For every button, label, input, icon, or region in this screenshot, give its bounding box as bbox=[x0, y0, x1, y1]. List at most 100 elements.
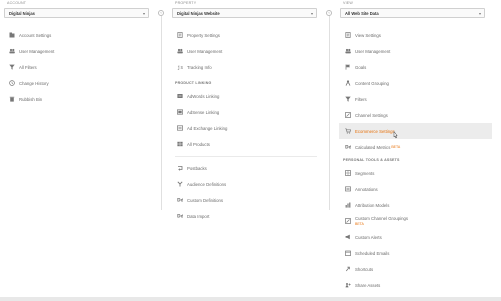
menu-item-user-management[interactable]: User Management bbox=[340, 43, 485, 59]
menu-item-postbacks[interactable]: Postbacks bbox=[172, 160, 317, 176]
menu-item-label: Channel Settings bbox=[355, 112, 388, 118]
chevron-down-icon: ▾ bbox=[142, 11, 145, 16]
menu-item-label: Ecommerce Settings bbox=[355, 128, 395, 134]
shortcut-icon bbox=[341, 266, 355, 272]
menu-item-adwords-linking[interactable]: AdWords Linking bbox=[172, 88, 317, 104]
menu-item-all-filters[interactable]: All Filters bbox=[4, 59, 149, 75]
menu-item-label: Calculated Metrics bbox=[355, 144, 391, 150]
menu-item-shortcuts[interactable]: Shortcuts bbox=[340, 261, 485, 277]
history-icon bbox=[5, 80, 19, 86]
menu-item-account-settings[interactable]: Account Settings bbox=[4, 27, 149, 43]
menu-item-label: Data Import bbox=[187, 213, 210, 219]
menu-item-property-settings[interactable]: Property Settings bbox=[172, 27, 317, 43]
menu-item-share-assets[interactable]: Share Assets bbox=[340, 277, 485, 293]
dd-icon: Dd bbox=[341, 144, 355, 150]
menu-item-user-management[interactable]: User Management bbox=[172, 43, 317, 59]
segments-icon bbox=[341, 170, 355, 176]
menu-item-tracking-info[interactable]: js Tracking Info bbox=[172, 59, 317, 75]
postback-icon bbox=[173, 165, 187, 171]
account-selector[interactable]: Digital Ninjas ▾ bbox=[4, 8, 149, 18]
personal-tools-menu: Segments Annotations Attribution Models Cus… bbox=[340, 165, 485, 293]
property-more-menu: Postbacks Audience Definitions Dd Custom De… bbox=[172, 160, 317, 224]
menu-item-label: Shortcuts bbox=[355, 266, 374, 272]
menu-item-label: All Filters bbox=[19, 64, 37, 70]
filter-icon bbox=[341, 96, 355, 102]
share-icon bbox=[341, 282, 355, 288]
column-divider bbox=[329, 10, 330, 210]
channel-icon bbox=[341, 112, 355, 118]
grid-icon bbox=[173, 141, 187, 147]
menu-item-custom-alerts[interactable]: Custom Alerts bbox=[340, 229, 485, 245]
menu-item-ecommerce-settings[interactable]: Ecommerce Settings bbox=[339, 123, 492, 139]
menu-item-scheduled-emails[interactable]: Scheduled Emails bbox=[340, 245, 485, 261]
menu-item-label: Change History bbox=[19, 80, 49, 86]
collapse-arrow-icon[interactable]: ‹ bbox=[158, 10, 164, 16]
code-icon: js bbox=[173, 64, 187, 70]
property-column: PROPERTY Digital Ninjas Website ▾ Proper… bbox=[172, 0, 317, 224]
account-heading: ACCOUNT bbox=[7, 1, 27, 5]
person-icon bbox=[341, 80, 355, 86]
account-menu: Account Settings User Management All Filte… bbox=[4, 27, 149, 107]
svg-text:Dd: Dd bbox=[345, 145, 351, 150]
property-selector[interactable]: Digital Ninjas Website ▾ bbox=[172, 8, 317, 18]
menu-item-label: AdWords Linking bbox=[187, 93, 220, 99]
collapse-arrow-icon[interactable]: ‹ bbox=[326, 10, 332, 16]
menu-item-rubbish-bin[interactable]: Rubbish Bin bbox=[4, 91, 149, 107]
property-heading: PROPERTY bbox=[175, 1, 197, 5]
menu-item-segments[interactable]: Segments bbox=[340, 165, 485, 181]
filter-icon bbox=[5, 64, 19, 70]
adsense-icon bbox=[173, 109, 187, 115]
menu-item-label: Share Assets bbox=[355, 282, 381, 288]
menu-item-label: User Management bbox=[187, 48, 223, 54]
view-heading: VIEW bbox=[343, 1, 353, 5]
menu-item-user-management[interactable]: User Management bbox=[4, 43, 149, 59]
ad-exchange-icon bbox=[173, 125, 187, 131]
megaphone-icon bbox=[341, 234, 355, 240]
svg-text:Dd: Dd bbox=[177, 198, 183, 203]
menu-item-content-grouping[interactable]: Content Grouping bbox=[340, 75, 485, 91]
menu-item-label: Rubbish Bin bbox=[19, 96, 43, 102]
trash-icon bbox=[5, 96, 19, 102]
menu-item-channel-settings[interactable]: Channel Settings bbox=[340, 107, 485, 123]
menu-item-label: Attribution Models bbox=[355, 202, 390, 208]
menu-item-ad-exchange-linking[interactable]: Ad Exchange Linking bbox=[172, 120, 317, 136]
view-selector-value: All Web Site Data bbox=[345, 11, 379, 16]
menu-item-label: Filters bbox=[355, 96, 367, 102]
column-divider bbox=[161, 10, 162, 210]
menu-item-label: Scheduled Emails bbox=[355, 250, 390, 256]
menu-item-filters[interactable]: Filters bbox=[340, 91, 485, 107]
menu-item-label: All Products bbox=[187, 141, 210, 147]
menu-item-adsense-linking[interactable]: AdSense Linking bbox=[172, 104, 317, 120]
horizontal-scrollbar[interactable] bbox=[0, 297, 501, 301]
account-column: ACCOUNT Digital Ninjas ▾ Account Setting… bbox=[4, 0, 149, 107]
menu-item-custom-channel-groupings[interactable]: Custom Channel Groupings BETA bbox=[340, 213, 485, 229]
menu-item-view-settings[interactable]: View Settings bbox=[340, 27, 485, 43]
menu-item-label: User Management bbox=[355, 48, 391, 54]
menu-item-annotations[interactable]: Annotations bbox=[340, 181, 485, 197]
view-selector[interactable]: All Web Site Data ▾ bbox=[340, 8, 485, 18]
product-linking-menu: AdWords Linking AdSense Linking Ad Exchang… bbox=[172, 88, 317, 152]
section-separator bbox=[175, 156, 317, 157]
menu-item-label: Postbacks bbox=[187, 165, 207, 171]
menu-item-label: Goals bbox=[355, 64, 367, 70]
menu-item-goals[interactable]: Goals bbox=[340, 59, 485, 75]
flag-icon bbox=[341, 64, 355, 70]
menu-item-label: Property Settings bbox=[187, 32, 220, 38]
menu-item-change-history[interactable]: Change History bbox=[4, 75, 149, 91]
menu-item-calculated-metrics[interactable]: Dd Calculated Metrics BETA bbox=[340, 139, 485, 155]
menu-item-custom-definitions[interactable]: Dd Custom Definitions bbox=[172, 192, 317, 208]
chevron-down-icon: ▾ bbox=[478, 11, 481, 16]
adwords-icon bbox=[173, 93, 187, 99]
bar-chart-icon bbox=[341, 202, 355, 208]
users-icon bbox=[341, 48, 355, 54]
menu-item-audience-definitions[interactable]: Audience Definitions bbox=[172, 176, 317, 192]
menu-item-all-products[interactable]: All Products bbox=[172, 136, 317, 152]
account-selector-value: Digital Ninjas bbox=[9, 11, 35, 16]
menu-item-data-import[interactable]: Dd Data Import bbox=[172, 208, 317, 224]
channel-icon bbox=[341, 218, 355, 224]
menu-item-attribution-models[interactable]: Attribution Models bbox=[340, 197, 485, 213]
svg-text:js: js bbox=[177, 65, 183, 70]
menu-item-label: Custom Channel Groupings bbox=[355, 215, 409, 221]
users-icon bbox=[5, 48, 19, 54]
menu-item-label: Content Grouping bbox=[355, 80, 389, 86]
